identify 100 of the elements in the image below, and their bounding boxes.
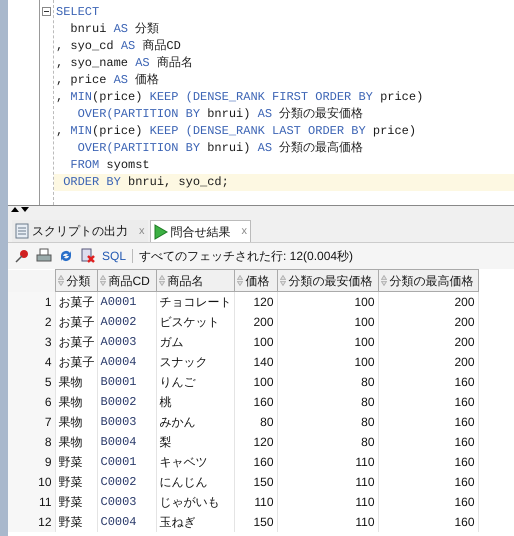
table-cell: 200 bbox=[378, 312, 478, 332]
table-cell: 80 bbox=[277, 432, 378, 452]
fetch-status: すべてのフェッチされた行: 12(0.004秒) bbox=[139, 248, 354, 265]
table-cell: 80 bbox=[277, 392, 378, 412]
sort-icon bbox=[100, 274, 106, 286]
table-cell: 200 bbox=[378, 352, 478, 372]
table-cell: 150 bbox=[234, 472, 277, 492]
table-cell: にんじん bbox=[156, 472, 234, 492]
collapse-icon[interactable] bbox=[42, 7, 51, 16]
code-line: FROM syomst bbox=[69, 157, 151, 174]
table-cell: お菓子 bbox=[55, 332, 97, 352]
table-cell: 160 bbox=[378, 512, 478, 532]
table-cell: 200 bbox=[378, 332, 478, 352]
table-cell: 野菜 bbox=[55, 512, 97, 532]
table-cell: 桃 bbox=[156, 392, 234, 412]
table-cell: 160 bbox=[378, 492, 478, 512]
table-cell: 200 bbox=[378, 292, 478, 312]
sort-icon bbox=[380, 274, 386, 286]
code-line: OVER(PARTITION BY bnrui) AS 分類の最高価格 bbox=[76, 140, 364, 157]
code-line: bnrui AS 分類 bbox=[69, 21, 160, 38]
table-cell: 果物 bbox=[55, 392, 97, 412]
table-cell: スナック bbox=[156, 352, 234, 372]
table-cell: ガム bbox=[156, 332, 234, 352]
column-header[interactable]: 分類の最安価格 bbox=[277, 270, 378, 292]
table-cell: 100 bbox=[277, 292, 378, 312]
table-cell: お菓子 bbox=[55, 352, 97, 372]
code-line: , MIN(price) KEEP (DENSE_RANK LAST ORDER BY price) bbox=[55, 123, 418, 140]
table-cell: C0004 bbox=[97, 512, 156, 532]
row-number: 4 bbox=[8, 352, 55, 372]
sort-icon bbox=[58, 274, 64, 286]
code-line: , MIN(price) KEEP (DENSE_RANK FIRST ORDER BY price) bbox=[55, 89, 424, 106]
table-cell: C0001 bbox=[97, 452, 156, 472]
table-cell: 80 bbox=[277, 372, 378, 392]
code-line: OVER(PARTITION BY bnrui) AS 分類の最安価格 bbox=[76, 106, 364, 123]
column-header[interactable]: 価格 bbox=[234, 270, 277, 292]
table-cell: 160 bbox=[378, 452, 478, 472]
row-number: 6 bbox=[8, 392, 55, 412]
table-cell: 160 bbox=[378, 412, 478, 432]
table-cell: 160 bbox=[378, 372, 478, 392]
close-button[interactable]: x bbox=[242, 223, 247, 240]
table-cell: A0003 bbox=[97, 332, 156, 352]
table-cell: B0001 bbox=[97, 372, 156, 392]
column-header[interactable]: 分類の最高価格 bbox=[378, 270, 478, 292]
print-icon[interactable] bbox=[36, 248, 52, 264]
table-cell: 果物 bbox=[55, 412, 97, 432]
table-cell: 100 bbox=[277, 332, 378, 352]
table-cell: B0002 bbox=[97, 392, 156, 412]
document-icon bbox=[15, 223, 29, 239]
row-number: 2 bbox=[8, 312, 55, 332]
table-cell: 100 bbox=[234, 332, 277, 352]
code-line: SELECT bbox=[55, 4, 100, 21]
refresh-icon[interactable] bbox=[58, 248, 74, 264]
table-cell: 110 bbox=[277, 512, 378, 532]
table-cell: 150 bbox=[234, 512, 277, 532]
delete-document-icon[interactable] bbox=[80, 248, 96, 264]
table-cell: 果物 bbox=[55, 432, 97, 452]
table-cell: ビスケット bbox=[156, 312, 234, 332]
sql-link[interactable]: SQL bbox=[102, 247, 126, 265]
table-cell: 110 bbox=[277, 452, 378, 472]
table-cell: りんご bbox=[156, 372, 234, 392]
splitter-arrows-icon[interactable] bbox=[10, 206, 30, 212]
table-cell: 160 bbox=[234, 452, 277, 472]
row-number: 1 bbox=[8, 292, 55, 312]
table-cell: 梨 bbox=[156, 432, 234, 452]
table-cell: 100 bbox=[277, 312, 378, 332]
table-cell: みかん bbox=[156, 412, 234, 432]
column-header[interactable]: 商品名 bbox=[156, 270, 234, 292]
table-cell: キャベツ bbox=[156, 452, 234, 472]
table-cell: 120 bbox=[234, 432, 277, 452]
column-header[interactable]: 分類 bbox=[55, 270, 97, 292]
table-cell: 120 bbox=[234, 292, 277, 312]
sort-icon bbox=[158, 274, 164, 286]
code-line: , syo_cd AS 商品CD bbox=[55, 38, 182, 55]
table-cell: 110 bbox=[277, 492, 378, 512]
table-cell: C0003 bbox=[97, 492, 156, 512]
row-number: 3 bbox=[8, 332, 55, 352]
table-cell: 160 bbox=[234, 392, 277, 412]
tab[interactable]: スクリプトの出力 x bbox=[12, 220, 148, 242]
column-header[interactable]: 商品CD bbox=[97, 270, 156, 292]
code-line: , price AS 価格 bbox=[55, 72, 160, 89]
row-number: 11 bbox=[8, 492, 55, 512]
table-cell: チョコレート bbox=[156, 292, 234, 312]
row-number: 7 bbox=[8, 412, 55, 432]
pin-icon[interactable] bbox=[14, 248, 30, 264]
tab[interactable]: 問合せ結果 x bbox=[150, 220, 251, 242]
table-cell: 80 bbox=[234, 412, 277, 432]
table-cell: C0002 bbox=[97, 472, 156, 492]
table-cell: A0001 bbox=[97, 292, 156, 312]
table-cell: 160 bbox=[378, 392, 478, 412]
table-cell: 野菜 bbox=[55, 492, 97, 512]
table-cell: 160 bbox=[378, 432, 478, 452]
sort-icon bbox=[280, 274, 286, 286]
code-line: , syo_name AS 商品名 bbox=[55, 55, 194, 72]
table-cell: 果物 bbox=[55, 372, 97, 392]
play-icon bbox=[154, 224, 168, 240]
row-number: 9 bbox=[8, 452, 55, 472]
table-cell: A0004 bbox=[97, 352, 156, 372]
sort-icon bbox=[236, 274, 242, 286]
table-cell: じゃがいも bbox=[156, 492, 234, 512]
table-cell: 100 bbox=[234, 372, 277, 392]
